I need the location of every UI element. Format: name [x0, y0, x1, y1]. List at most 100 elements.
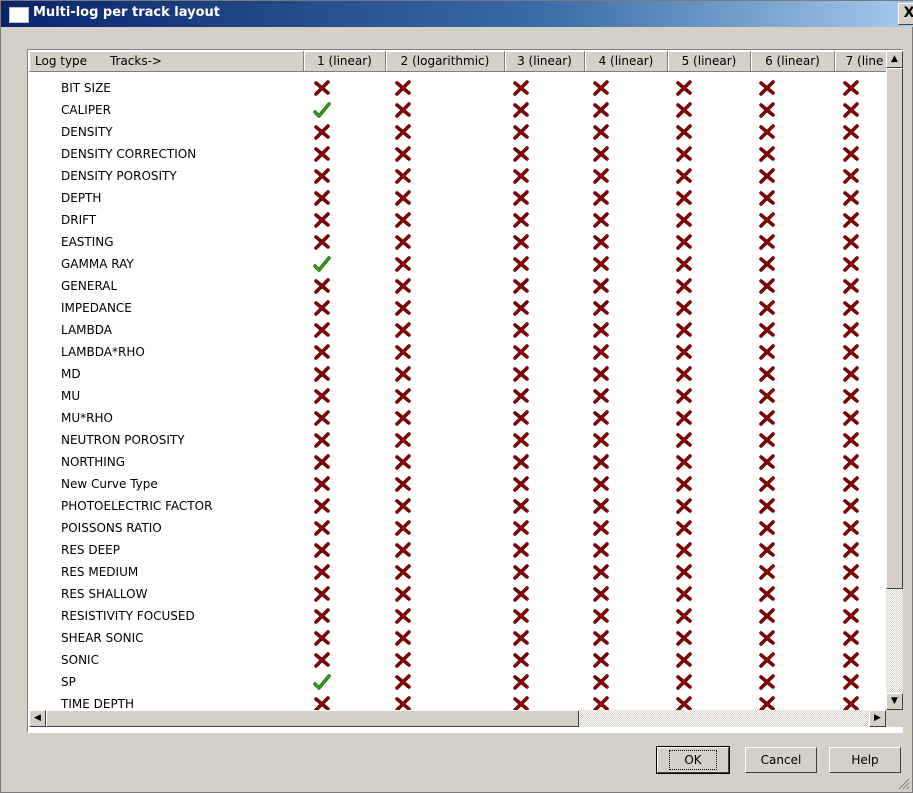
cross-icon[interactable] — [313, 124, 331, 140]
cross-icon[interactable] — [675, 652, 693, 668]
cross-icon[interactable] — [313, 432, 331, 448]
cross-icon[interactable] — [313, 652, 331, 668]
cross-icon[interactable] — [512, 146, 530, 162]
cross-icon[interactable] — [592, 388, 610, 404]
cross-icon[interactable] — [512, 542, 530, 558]
cross-icon[interactable] — [313, 498, 331, 514]
cross-icon[interactable] — [675, 124, 693, 140]
cross-icon[interactable] — [592, 564, 610, 580]
cross-icon[interactable] — [592, 520, 610, 536]
cross-icon[interactable] — [675, 388, 693, 404]
cross-icon[interactable] — [394, 476, 412, 492]
cross-icon[interactable] — [512, 564, 530, 580]
cross-icon[interactable] — [758, 344, 776, 360]
cross-icon[interactable] — [394, 498, 412, 514]
cross-icon[interactable] — [592, 80, 610, 96]
cross-icon[interactable] — [675, 542, 693, 558]
check-icon[interactable] — [313, 102, 331, 118]
cross-icon[interactable] — [842, 410, 860, 426]
cross-icon[interactable] — [758, 124, 776, 140]
cross-icon[interactable] — [842, 630, 860, 646]
cross-icon[interactable] — [512, 190, 530, 206]
cross-icon[interactable] — [758, 322, 776, 338]
cross-icon[interactable] — [313, 300, 331, 316]
cross-icon[interactable] — [394, 630, 412, 646]
title-bar[interactable]: Multi-log per track layout X — [1, 1, 913, 27]
cross-icon[interactable] — [758, 278, 776, 294]
cross-icon[interactable] — [758, 630, 776, 646]
cross-icon[interactable] — [675, 190, 693, 206]
cross-icon[interactable] — [592, 454, 610, 470]
cross-icon[interactable] — [512, 498, 530, 514]
cross-icon[interactable] — [675, 696, 693, 710]
cross-icon[interactable] — [394, 542, 412, 558]
cross-icon[interactable] — [758, 300, 776, 316]
cross-icon[interactable] — [394, 124, 412, 140]
cross-icon[interactable] — [313, 630, 331, 646]
cross-icon[interactable] — [313, 234, 331, 250]
cross-icon[interactable] — [592, 278, 610, 294]
cross-icon[interactable] — [675, 80, 693, 96]
cross-icon[interactable] — [592, 586, 610, 602]
cross-icon[interactable] — [512, 674, 530, 690]
cross-icon[interactable] — [758, 388, 776, 404]
cross-icon[interactable] — [758, 410, 776, 426]
cross-icon[interactable] — [313, 190, 331, 206]
cross-icon[interactable] — [512, 454, 530, 470]
cross-icon[interactable] — [842, 124, 860, 140]
cross-icon[interactable] — [842, 278, 860, 294]
cross-icon[interactable] — [394, 388, 412, 404]
cross-icon[interactable] — [842, 366, 860, 382]
cross-icon[interactable] — [394, 146, 412, 162]
header-track-1[interactable]: 1 (linear) — [304, 51, 386, 72]
cross-icon[interactable] — [675, 410, 693, 426]
cross-icon[interactable] — [675, 300, 693, 316]
cross-icon[interactable] — [394, 256, 412, 272]
header-track-2[interactable]: 2 (logarithmic) — [386, 51, 505, 72]
cross-icon[interactable] — [512, 300, 530, 316]
cross-icon[interactable] — [675, 564, 693, 580]
check-icon[interactable] — [313, 256, 331, 272]
cross-icon[interactable] — [758, 564, 776, 580]
cross-icon[interactable] — [675, 586, 693, 602]
cross-icon[interactable] — [592, 124, 610, 140]
header-track-6[interactable]: 6 (linear) — [751, 51, 835, 72]
cross-icon[interactable] — [592, 432, 610, 448]
cross-icon[interactable] — [675, 608, 693, 624]
cross-icon[interactable] — [313, 696, 331, 710]
cross-icon[interactable] — [592, 652, 610, 668]
cross-icon[interactable] — [675, 630, 693, 646]
cross-icon[interactable] — [758, 652, 776, 668]
cross-icon[interactable] — [394, 454, 412, 470]
cross-icon[interactable] — [842, 344, 860, 360]
cross-icon[interactable] — [675, 234, 693, 250]
cross-icon[interactable] — [313, 366, 331, 382]
cross-icon[interactable] — [592, 168, 610, 184]
cross-icon[interactable] — [313, 476, 331, 492]
cross-icon[interactable] — [512, 80, 530, 96]
cross-icon[interactable] — [842, 322, 860, 338]
cross-icon[interactable] — [592, 476, 610, 492]
cross-icon[interactable] — [394, 168, 412, 184]
cross-icon[interactable] — [842, 652, 860, 668]
cross-icon[interactable] — [394, 190, 412, 206]
vertical-scrollbar[interactable]: ▲ ▼ — [886, 51, 903, 710]
cross-icon[interactable] — [592, 344, 610, 360]
cross-icon[interactable] — [758, 520, 776, 536]
cross-icon[interactable] — [675, 344, 693, 360]
cross-icon[interactable] — [592, 322, 610, 338]
cross-icon[interactable] — [394, 432, 412, 448]
cross-icon[interactable] — [313, 608, 331, 624]
cross-icon[interactable] — [758, 168, 776, 184]
cross-icon[interactable] — [592, 102, 610, 118]
cross-icon[interactable] — [842, 542, 860, 558]
close-button[interactable]: X — [898, 3, 913, 25]
cross-icon[interactable] — [394, 564, 412, 580]
vertical-scroll-thumb[interactable] — [886, 68, 903, 589]
cross-icon[interactable] — [512, 366, 530, 382]
cancel-button[interactable]: Cancel — [745, 747, 817, 773]
cross-icon[interactable] — [512, 234, 530, 250]
scroll-right-button[interactable]: ▶ — [869, 710, 886, 727]
cross-icon[interactable] — [842, 388, 860, 404]
resize-grip-icon[interactable] — [896, 776, 910, 790]
